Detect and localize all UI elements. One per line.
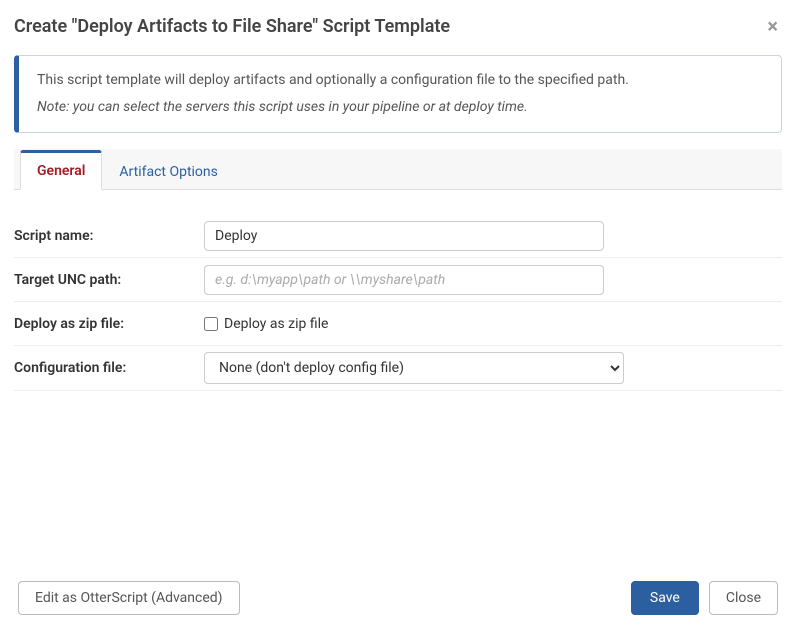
target-unc-path-label: Target UNC path:	[14, 272, 204, 288]
info-banner: This script template will deploy artifac…	[14, 55, 782, 133]
config-file-label: Configuration file:	[14, 360, 204, 376]
dialog-title: Create "Deploy Artifacts to File Share" …	[14, 16, 450, 37]
script-name-input[interactable]	[204, 221, 604, 251]
row-deploy-as-zip: Deploy as zip file: Deploy as zip file	[14, 302, 782, 346]
info-note: Note: you can select the servers this sc…	[37, 97, 763, 118]
target-unc-path-input[interactable]	[204, 265, 604, 295]
tab-artifact-options[interactable]: Artifact Options	[102, 153, 235, 190]
deploy-as-zip-checkbox-wrapper: Deploy as zip file	[204, 316, 624, 332]
close-icon[interactable]: ×	[763, 16, 782, 36]
deploy-as-zip-label: Deploy as zip file:	[14, 316, 204, 332]
target-unc-path-cell	[204, 265, 624, 295]
script-name-cell	[204, 221, 624, 251]
dialog-footer: Edit as OtterScript (Advanced) Save Clos…	[12, 571, 784, 631]
deploy-as-zip-checkbox-label[interactable]: Deploy as zip file	[224, 316, 328, 332]
save-button[interactable]: Save	[631, 581, 699, 615]
form-area: Script name: Target UNC path: Deploy as …	[12, 190, 784, 571]
script-name-label: Script name:	[14, 228, 204, 244]
close-button[interactable]: Close	[709, 581, 778, 615]
row-target-unc-path: Target UNC path:	[14, 258, 782, 302]
row-script-name: Script name:	[14, 214, 782, 258]
deploy-as-zip-cell: Deploy as zip file	[204, 316, 624, 332]
edit-otterscript-button[interactable]: Edit as OtterScript (Advanced)	[18, 581, 240, 615]
deploy-as-zip-checkbox[interactable]	[204, 317, 218, 331]
info-text: This script template will deploy artifac…	[37, 70, 763, 91]
dialog: Create "Deploy Artifacts to File Share" …	[0, 0, 796, 631]
tabs: General Artifact Options	[14, 149, 782, 190]
config-file-cell: None (don't deploy config file)	[204, 352, 624, 384]
footer-right: Save Close	[631, 581, 778, 615]
tab-general[interactable]: General	[20, 150, 102, 190]
config-file-select[interactable]: None (don't deploy config file)	[204, 352, 624, 384]
row-config-file: Configuration file: None (don't deploy c…	[14, 346, 782, 391]
dialog-header: Create "Deploy Artifacts to File Share" …	[12, 12, 784, 55]
